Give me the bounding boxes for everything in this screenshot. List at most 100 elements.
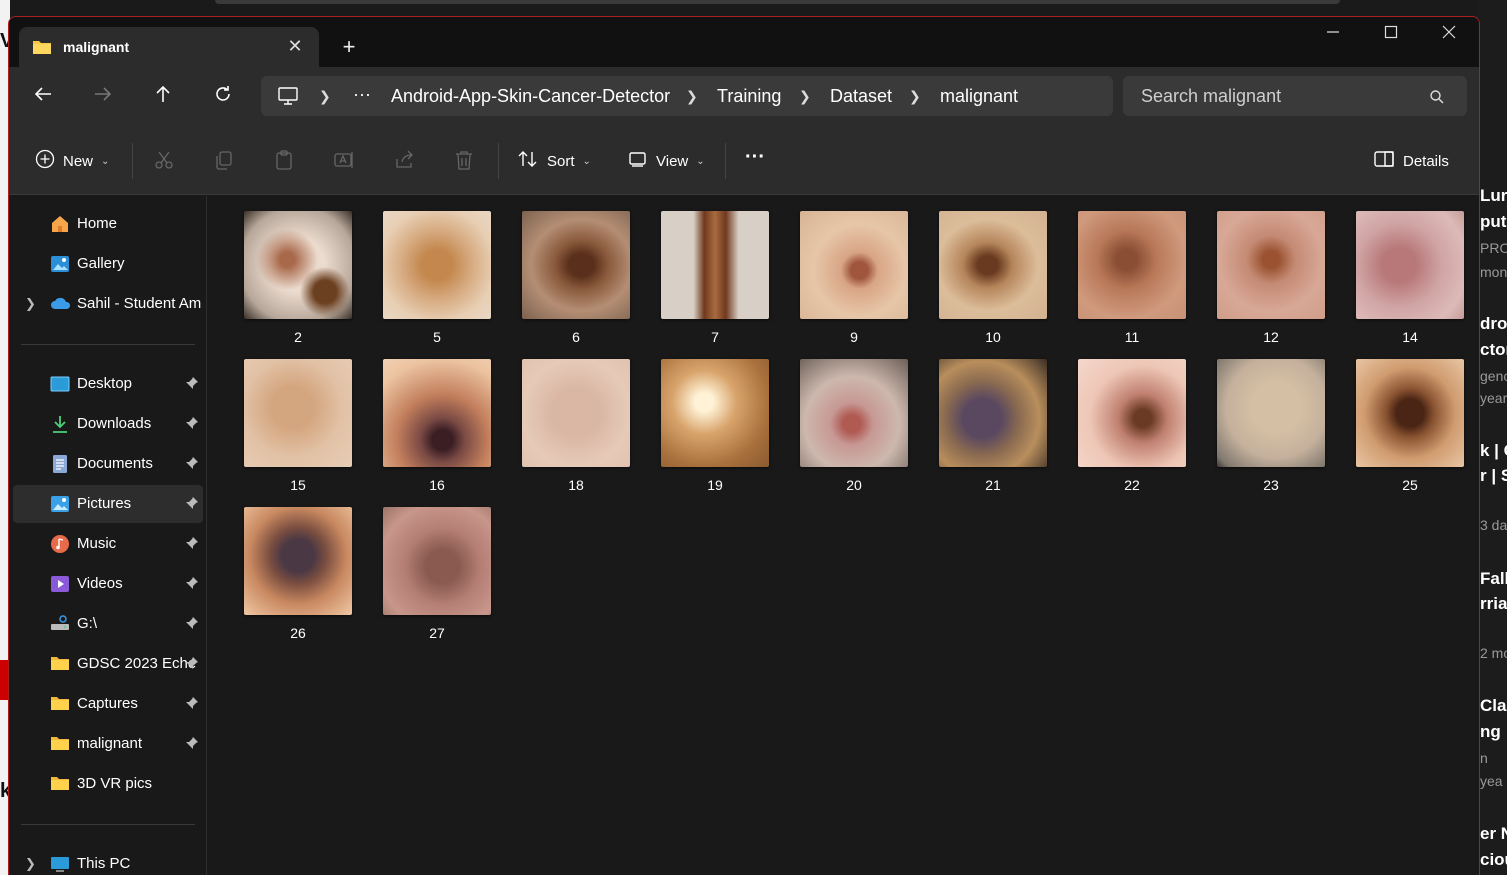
details-button[interactable]: Details (1373, 149, 1449, 173)
pin-icon[interactable] (185, 616, 199, 635)
file-item[interactable]: 26 (234, 492, 362, 641)
new-tab-button[interactable]: + (337, 35, 361, 59)
close-window-button[interactable] (1429, 25, 1469, 49)
sidebar-item-music[interactable]: Music (13, 525, 203, 563)
address-bar[interactable]: ❯ ··· Android-App-Skin-Cancer-Detector ❯… (261, 76, 1113, 116)
file-name[interactable]: 22 (1068, 477, 1196, 493)
file-item[interactable]: 19 (651, 344, 779, 493)
file-item[interactable]: 11 (1068, 196, 1196, 345)
new-button[interactable]: New ⌄ (35, 149, 109, 173)
sidebar-item-captures[interactable]: Captures (13, 685, 203, 723)
pin-icon[interactable] (185, 576, 199, 595)
file-name[interactable]: 5 (373, 329, 501, 345)
file-name[interactable]: 16 (373, 477, 501, 493)
search-box[interactable]: Search malignant (1123, 76, 1467, 116)
file-name[interactable]: 2 (234, 329, 362, 345)
sidebar-item-videos[interactable]: Videos (13, 565, 203, 603)
file-name[interactable]: 23 (1207, 477, 1335, 493)
file-item[interactable]: 25 (1346, 344, 1474, 493)
pin-icon[interactable] (185, 736, 199, 755)
paste-icon[interactable] (273, 149, 297, 173)
file-name[interactable]: 10 (929, 329, 1057, 345)
sidebar-item-onedrive[interactable]: ❯ Sahil - Student Aml (13, 285, 203, 323)
copy-icon[interactable] (213, 149, 237, 173)
sidebar-item-pictures[interactable]: Pictures (13, 485, 203, 523)
search-icon[interactable] (1429, 89, 1445, 110)
file-name[interactable]: 19 (651, 477, 779, 493)
image-thumbnail[interactable] (800, 359, 908, 467)
file-item[interactable]: 16 (373, 344, 501, 493)
file-item[interactable]: 12 (1207, 196, 1335, 345)
file-item[interactable]: 21 (929, 344, 1057, 493)
breadcrumb-more-button[interactable]: ··· (353, 84, 371, 105)
image-thumbnail[interactable] (1078, 211, 1186, 319)
sidebar-item-g-drive[interactable]: G:\ (13, 605, 203, 643)
tab-close-button[interactable]: ✕ (283, 35, 307, 59)
file-item[interactable]: 2 (234, 196, 362, 345)
file-name[interactable]: 21 (929, 477, 1057, 493)
sort-button[interactable]: Sort ⌄ (517, 149, 591, 173)
breadcrumb-android-app-skin-cancer-detector[interactable]: Android-App-Skin-Cancer-Detector (391, 86, 670, 107)
image-thumbnail[interactable] (1217, 359, 1325, 467)
chevron-right-icon[interactable]: ❯ (25, 856, 36, 872)
file-name[interactable]: 15 (234, 477, 362, 493)
file-name[interactable]: 20 (790, 477, 918, 493)
pin-icon[interactable] (185, 416, 199, 435)
sidebar-item-gdsc-2023[interactable]: GDSC 2023 Eche (13, 645, 203, 683)
file-item[interactable]: 7 (651, 196, 779, 345)
pin-icon[interactable] (185, 376, 199, 395)
image-thumbnail[interactable] (244, 507, 352, 615)
up-button[interactable] (149, 83, 177, 111)
back-button[interactable] (29, 83, 57, 111)
image-thumbnail[interactable] (1217, 211, 1325, 319)
sidebar-item-documents[interactable]: Documents (13, 445, 203, 483)
file-name[interactable]: 12 (1207, 329, 1335, 345)
file-name[interactable]: 7 (651, 329, 779, 345)
file-name[interactable]: 26 (234, 625, 362, 641)
file-name[interactable]: 14 (1346, 329, 1474, 345)
pin-icon[interactable] (185, 456, 199, 475)
breadcrumb-dataset[interactable]: Dataset (830, 86, 892, 107)
image-thumbnail[interactable] (522, 211, 630, 319)
image-thumbnail[interactable] (661, 211, 769, 319)
file-item[interactable]: 5 (373, 196, 501, 345)
sidebar-item-desktop[interactable]: Desktop (13, 365, 203, 403)
rename-icon[interactable] (333, 149, 357, 173)
sidebar-item-downloads[interactable]: Downloads (13, 405, 203, 443)
file-item[interactable]: 27 (373, 492, 501, 641)
breadcrumb-malignant[interactable]: malignant (940, 86, 1018, 107)
file-name[interactable]: 18 (512, 477, 640, 493)
image-thumbnail[interactable] (939, 359, 1047, 467)
file-item[interactable]: 6 (512, 196, 640, 345)
file-name[interactable]: 27 (373, 625, 501, 641)
pin-icon[interactable] (185, 536, 199, 555)
image-thumbnail[interactable] (939, 211, 1047, 319)
image-thumbnail[interactable] (383, 507, 491, 615)
share-icon[interactable] (393, 149, 417, 173)
cut-icon[interactable] (153, 149, 177, 173)
file-item[interactable]: 20 (790, 344, 918, 493)
file-name[interactable]: 9 (790, 329, 918, 345)
image-thumbnail[interactable] (1078, 359, 1186, 467)
pin-icon[interactable] (185, 656, 199, 675)
search-input[interactable]: Search malignant (1141, 86, 1281, 107)
image-thumbnail[interactable] (383, 211, 491, 319)
more-options-button[interactable]: ··· (745, 145, 765, 169)
tab-malignant[interactable]: malignant ✕ (19, 27, 319, 67)
image-thumbnail[interactable] (383, 359, 491, 467)
file-item[interactable]: 9 (790, 196, 918, 345)
file-name[interactable]: 11 (1068, 329, 1196, 345)
file-name[interactable]: 6 (512, 329, 640, 345)
minimize-button[interactable] (1313, 25, 1353, 49)
image-thumbnail[interactable] (244, 211, 352, 319)
file-item[interactable]: 18 (512, 344, 640, 493)
file-item[interactable]: 14 (1346, 196, 1474, 345)
pin-icon[interactable] (185, 496, 199, 515)
image-thumbnail[interactable] (244, 359, 352, 467)
file-item[interactable]: 23 (1207, 344, 1335, 493)
sidebar-item-this-pc[interactable]: ❯ This PC (13, 845, 203, 875)
sidebar-item-3d-vr-pics[interactable]: 3D VR pics (13, 765, 203, 803)
file-item[interactable]: 10 (929, 196, 1057, 345)
pin-icon[interactable] (185, 696, 199, 715)
image-thumbnail[interactable] (522, 359, 630, 467)
